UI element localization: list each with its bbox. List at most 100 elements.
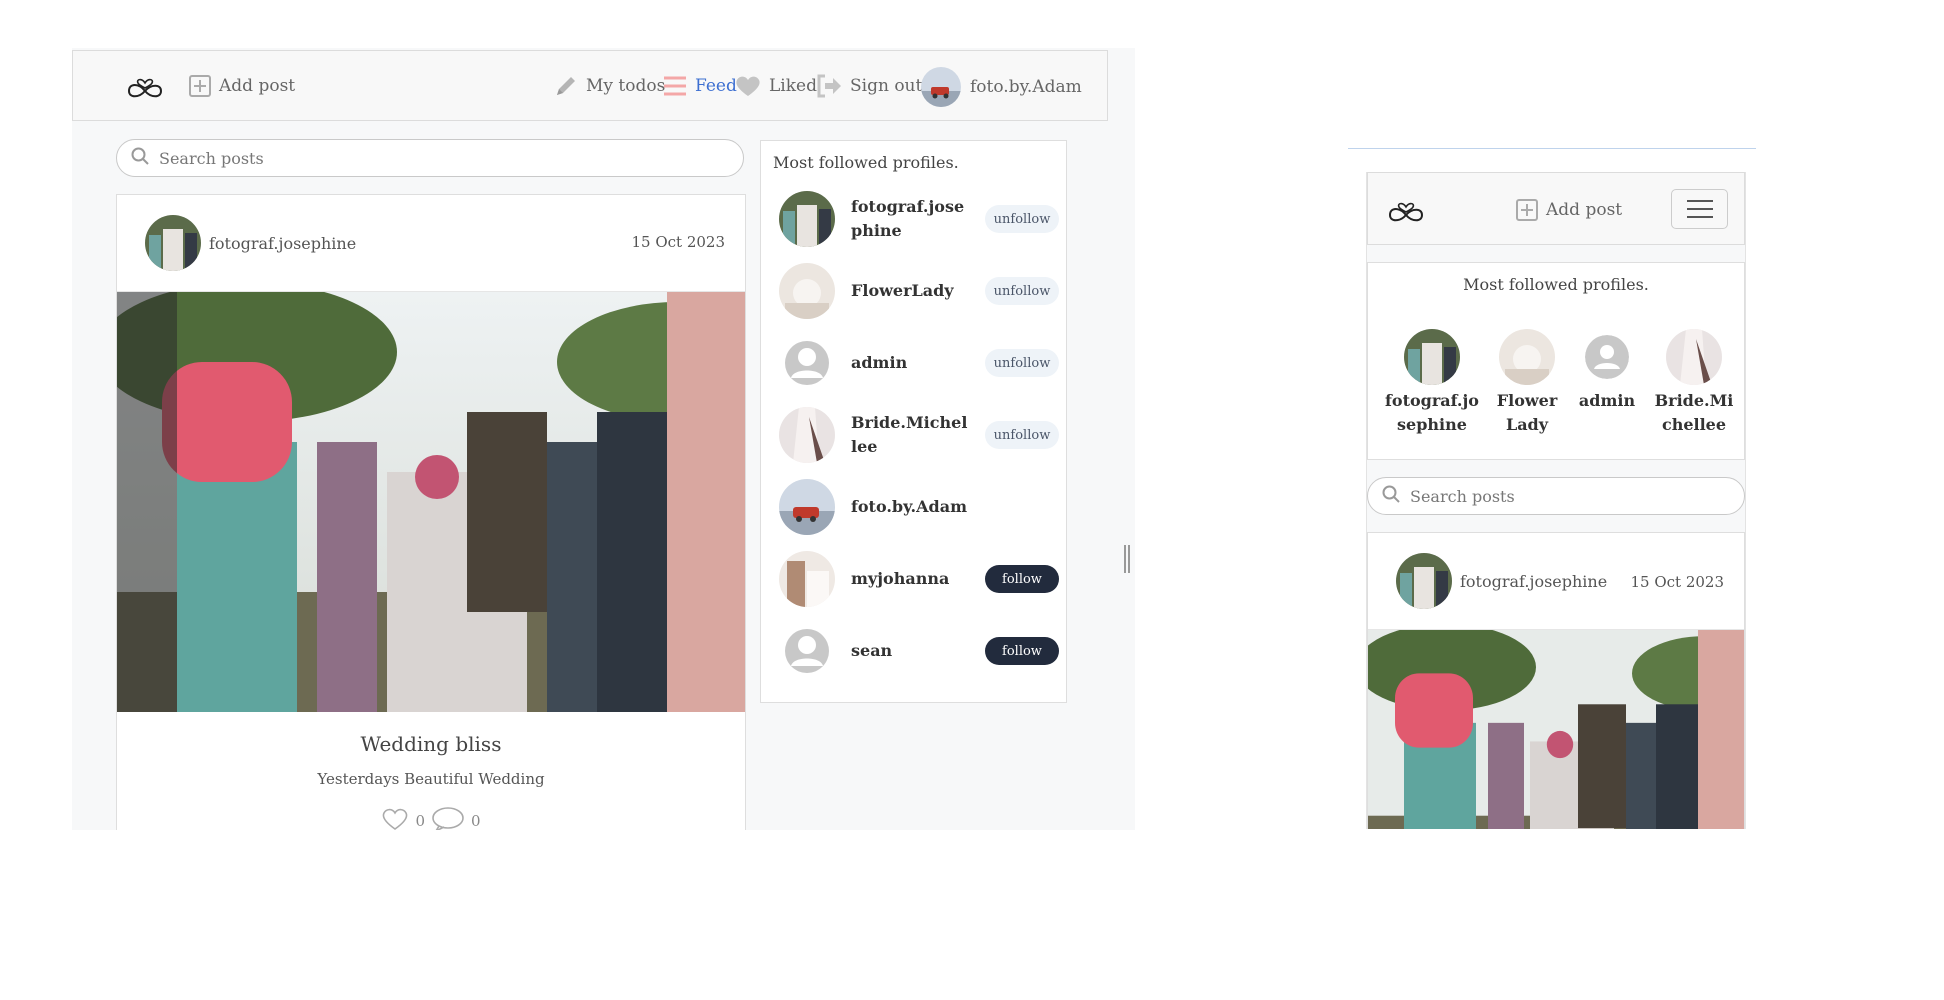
- follow-button[interactable]: follow: [985, 637, 1059, 665]
- liked-link[interactable]: Liked: [735, 73, 817, 99]
- post-date: 15 Oct 2023: [631, 233, 725, 251]
- post-header: fotograf.josephine 15 Oct 2023: [1368, 533, 1744, 630]
- avatar: [779, 335, 835, 391]
- most-followed-profiles: Most followed profiles. fotograf.josephi…: [1367, 262, 1745, 460]
- avatar: [145, 215, 201, 271]
- profiles-title: Most followed profiles.: [773, 153, 959, 172]
- divider: [1348, 148, 1756, 149]
- infinity-heart-logo[interactable]: [1386, 195, 1426, 225]
- search-icon: [131, 147, 149, 169]
- username-label: foto.by.Adam: [970, 77, 1082, 97]
- unfollow-button[interactable]: unfollow: [985, 421, 1059, 449]
- post-stats: 0 0: [117, 806, 745, 830]
- unfollow-button[interactable]: unfollow: [985, 205, 1059, 233]
- sign-out-icon: [816, 74, 842, 98]
- avatar: [921, 67, 961, 107]
- comments-count: 0: [471, 812, 481, 830]
- profile-item[interactable]: FlowerLady: [1496, 329, 1558, 437]
- post-date: 15 Oct 2023: [1630, 573, 1724, 591]
- profile-row[interactable]: Bride.Michellee unfollow: [779, 405, 1059, 465]
- avatar: [1666, 329, 1722, 385]
- navbar: Add post: [1367, 172, 1745, 245]
- avatar: [1396, 553, 1452, 609]
- menu-icon[interactable]: [1671, 189, 1728, 229]
- search-input[interactable]: [157, 147, 651, 169]
- most-followed-profiles: Most followed profiles. fotograf.josephi…: [760, 140, 1067, 703]
- profile-row[interactable]: fotograf.josephine unfollow: [779, 189, 1059, 249]
- profile-name: myjohanna: [851, 569, 950, 588]
- liked-label: Liked: [769, 76, 817, 96]
- post-image[interactable]: [117, 292, 745, 712]
- my-todos-link[interactable]: My todos: [554, 73, 665, 99]
- avatar: [779, 191, 835, 247]
- profile-name: foto.by.Adam: [851, 497, 968, 516]
- avatar: [779, 407, 835, 463]
- post-description: Yesterdays Beautiful Wedding: [317, 770, 545, 788]
- profile-row[interactable]: FlowerLady unfollow: [779, 261, 1059, 321]
- likes-count: 0: [415, 812, 425, 830]
- profile-name: sean: [851, 641, 893, 660]
- profile-row[interactable]: myjohanna follow: [779, 549, 1059, 609]
- post-title: Wedding bliss: [360, 732, 502, 756]
- post-author[interactable]: fotograf.josephine: [145, 215, 356, 271]
- heart-icon[interactable]: [381, 807, 409, 830]
- profile-row[interactable]: foto.by.Adam: [779, 477, 1059, 537]
- profile-name: Bride.Michellee: [1654, 391, 1734, 434]
- navbar: Add post My todos Feed Liked Sign out fo…: [72, 50, 1108, 121]
- avatar: [779, 263, 835, 319]
- post-author[interactable]: fotograf.josephine: [1396, 553, 1607, 609]
- profile-row[interactable]: sean follow: [779, 621, 1059, 681]
- add-post-link[interactable]: Add post: [189, 73, 295, 99]
- post-author-name: fotograf.josephine: [209, 233, 357, 253]
- profile-item[interactable]: fotograf.josephine: [1384, 329, 1480, 437]
- profile-item[interactable]: Bride.Michellee: [1650, 329, 1738, 437]
- sign-out-link[interactable]: Sign out: [816, 73, 922, 99]
- follow-button[interactable]: follow: [985, 565, 1059, 593]
- avatar: [1404, 329, 1460, 385]
- feed-label: Feed: [695, 76, 737, 96]
- avatar: [779, 623, 835, 679]
- avatar: [1585, 335, 1629, 379]
- add-post-label: Add post: [1546, 200, 1623, 220]
- sign-out-label: Sign out: [850, 76, 923, 96]
- plus-square-icon: [1516, 199, 1538, 221]
- post-header: fotograf.josephine 15 Oct 2023: [117, 195, 745, 292]
- my-todos-label: My todos: [586, 76, 666, 96]
- avatar: [1499, 329, 1555, 385]
- profile-name: FlowerLady: [1496, 391, 1558, 434]
- search-bar[interactable]: [1367, 477, 1745, 515]
- feed-link[interactable]: Feed: [663, 73, 737, 99]
- search-icon: [1382, 485, 1400, 507]
- plus-square-icon: [189, 75, 211, 97]
- post-image[interactable]: [1368, 630, 1744, 829]
- post-card: fotograf.josephine 15 Oct 2023: [1367, 532, 1745, 829]
- infinity-heart-logo[interactable]: [125, 71, 165, 101]
- add-post-label: Add post: [219, 76, 296, 96]
- heart-icon: [735, 75, 761, 97]
- profile-row[interactable]: admin unfollow: [779, 333, 1059, 393]
- unfollow-button[interactable]: unfollow: [985, 277, 1059, 305]
- pencil-icon: [554, 74, 578, 98]
- profile-item[interactable]: admin: [1576, 329, 1638, 413]
- profile-name: admin: [851, 353, 908, 372]
- profile-name: fotograf.josephine: [1385, 391, 1479, 434]
- resize-handle[interactable]: [1124, 545, 1130, 573]
- profile-name: admin: [1578, 391, 1636, 410]
- comment-icon[interactable]: [431, 806, 465, 830]
- unfollow-button[interactable]: unfollow: [985, 349, 1059, 377]
- profile-name: FlowerLady: [851, 281, 954, 300]
- profile-link[interactable]: foto.by.Adam: [921, 67, 1082, 107]
- avatar: [779, 551, 835, 607]
- mobile-view: Add post Most followed profiles. fotogra…: [1366, 172, 1746, 829]
- profiles-title: Most followed profiles.: [1463, 275, 1649, 294]
- add-post-link[interactable]: Add post: [1516, 197, 1622, 223]
- search-input[interactable]: [1408, 485, 1702, 507]
- post-card: fotograf.josephine 15 Oct 2023: [116, 194, 746, 830]
- feed-lines-icon: [663, 75, 687, 97]
- profile-name: Bride.Michellee: [851, 413, 968, 456]
- search-bar[interactable]: [116, 139, 744, 177]
- desktop-view: Add post My todos Feed Liked Sign out fo…: [72, 48, 1135, 830]
- avatar: [779, 479, 835, 535]
- post-author-name: fotograf.josephine: [1460, 571, 1608, 591]
- profile-name: fotograf.josephine: [851, 197, 965, 240]
